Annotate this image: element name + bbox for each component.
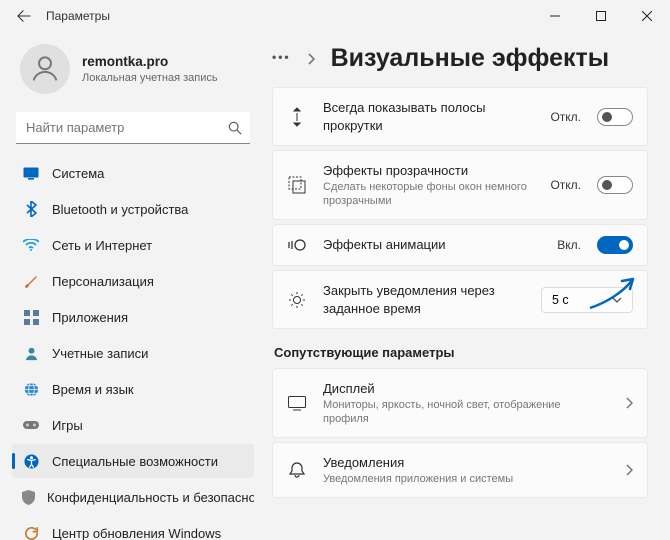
account-icon — [22, 344, 40, 362]
chevron-right-icon — [625, 397, 633, 409]
setting-title: Эффекты прозрачности — [323, 162, 534, 180]
nav-label: Специальные возможности — [52, 454, 218, 469]
nav-label: Система — [52, 166, 104, 181]
notify-timeout-select[interactable]: 5 с — [541, 287, 633, 313]
user-icon — [28, 52, 62, 86]
nav-label: Учетные записи — [52, 346, 148, 361]
brightness-icon — [287, 291, 307, 309]
nav-bluetooth[interactable]: Bluetooth и устройства — [12, 192, 254, 226]
nav-label: Сеть и Интернет — [52, 238, 152, 253]
animation-toggle[interactable] — [597, 236, 633, 254]
bell-icon — [287, 462, 307, 479]
system-icon — [22, 164, 40, 182]
nav-label: Игры — [52, 418, 83, 433]
update-icon — [22, 524, 40, 540]
titlebar: Параметры — [0, 0, 670, 32]
user-subtitle: Локальная учетная запись — [82, 71, 218, 85]
transparency-icon — [287, 176, 307, 194]
toggle-state: Откл. — [550, 110, 581, 124]
accessibility-icon — [22, 452, 40, 470]
nav-label: Приложения — [52, 310, 128, 325]
page-title: Визуальные эффекты — [331, 44, 610, 73]
animation-icon — [287, 237, 307, 253]
nav-accessibility[interactable]: Специальные возможности — [12, 444, 254, 478]
back-arrow-icon — [17, 9, 31, 23]
avatar — [20, 44, 70, 94]
user-name: remontka.pro — [82, 53, 218, 71]
chevron-right-icon — [307, 53, 315, 65]
nav-network[interactable]: Сеть и Интернет — [12, 228, 254, 262]
nav-gaming[interactable]: Игры — [12, 408, 254, 442]
link-subtitle: Мониторы, яркость, ночной свет, отображе… — [323, 398, 609, 427]
minimize-icon — [550, 11, 560, 21]
nav-label: Персонализация — [52, 274, 154, 289]
breadcrumb-more[interactable]: ••• — [272, 50, 291, 68]
gaming-icon — [22, 416, 40, 434]
toggle-state: Вкл. — [557, 238, 581, 252]
nav-time-language[interactable]: Время и язык — [12, 372, 254, 406]
nav-update[interactable]: Центр обновления Windows — [12, 516, 254, 540]
globe-icon — [22, 380, 40, 398]
brush-icon — [22, 272, 40, 290]
scroll-icon — [287, 107, 307, 127]
setting-transparency: Эффекты прозрачности Сделать некоторые ф… — [272, 150, 648, 220]
related-notifications[interactable]: Уведомления Уведомления приложения и сис… — [272, 442, 648, 498]
window-controls — [532, 0, 670, 32]
setting-animation: Эффекты анимации Вкл. — [272, 224, 648, 266]
setting-title: Закрыть уведомления через заданное время — [323, 282, 525, 317]
link-title: Уведомления — [323, 454, 609, 472]
toggle-state: Откл. — [550, 178, 581, 192]
chevron-down-icon — [612, 297, 622, 303]
nav-label: Конфиденциальность и безопасность — [47, 490, 254, 505]
select-value: 5 с — [552, 293, 569, 307]
maximize-icon — [596, 11, 606, 21]
link-title: Дисплей — [323, 380, 609, 398]
close-icon — [642, 11, 652, 21]
setting-title: Всегда показывать полосы прокрутки — [323, 99, 534, 134]
nav-accounts[interactable]: Учетные записи — [12, 336, 254, 370]
breadcrumb: ••• Визуальные эффекты — [272, 44, 648, 73]
related-display[interactable]: Дисплей Мониторы, яркость, ночной свет, … — [272, 368, 648, 438]
nav-system[interactable]: Система — [12, 156, 254, 190]
search-input[interactable] — [26, 120, 228, 135]
window-title: Параметры — [46, 9, 110, 23]
account-block[interactable]: remontka.pro Локальная учетная запись — [12, 40, 254, 108]
nav-label: Bluetooth и устройства — [52, 202, 188, 217]
link-subtitle: Уведомления приложения и системы — [323, 472, 609, 486]
transparency-toggle[interactable] — [597, 176, 633, 194]
setting-title: Эффекты анимации — [323, 236, 541, 254]
nav-label: Центр обновления Windows — [52, 526, 221, 540]
shield-icon — [22, 488, 35, 506]
scrollbars-toggle[interactable] — [597, 108, 633, 126]
maximize-button[interactable] — [578, 0, 624, 32]
search-box[interactable] — [16, 112, 250, 144]
nav-list: Система Bluetooth и устройства Сеть и Ин… — [12, 156, 254, 540]
setting-notify-timeout: Закрыть уведомления через заданное время… — [272, 270, 648, 329]
nav-label: Время и язык — [52, 382, 134, 397]
minimize-button[interactable] — [532, 0, 578, 32]
setting-subtitle: Сделать некоторые фоны окон немного проз… — [323, 180, 534, 209]
nav-apps[interactable]: Приложения — [12, 300, 254, 334]
setting-scrollbars: Всегда показывать полосы прокрутки Откл. — [272, 87, 648, 146]
chevron-right-icon — [625, 464, 633, 476]
bluetooth-icon — [22, 200, 40, 218]
nav-privacy[interactable]: Конфиденциальность и безопасность — [12, 480, 254, 514]
back-button[interactable] — [12, 4, 36, 28]
sidebar: remontka.pro Локальная учетная запись Си… — [0, 32, 258, 540]
close-button[interactable] — [624, 0, 670, 32]
display-icon — [287, 396, 307, 411]
related-heading: Сопутствующие параметры — [274, 345, 648, 360]
main-content: ••• Визуальные эффекты Всегда показывать… — [258, 32, 670, 540]
apps-icon — [22, 308, 40, 326]
wifi-icon — [22, 236, 40, 254]
search-icon — [228, 121, 242, 135]
nav-personalization[interactable]: Персонализация — [12, 264, 254, 298]
